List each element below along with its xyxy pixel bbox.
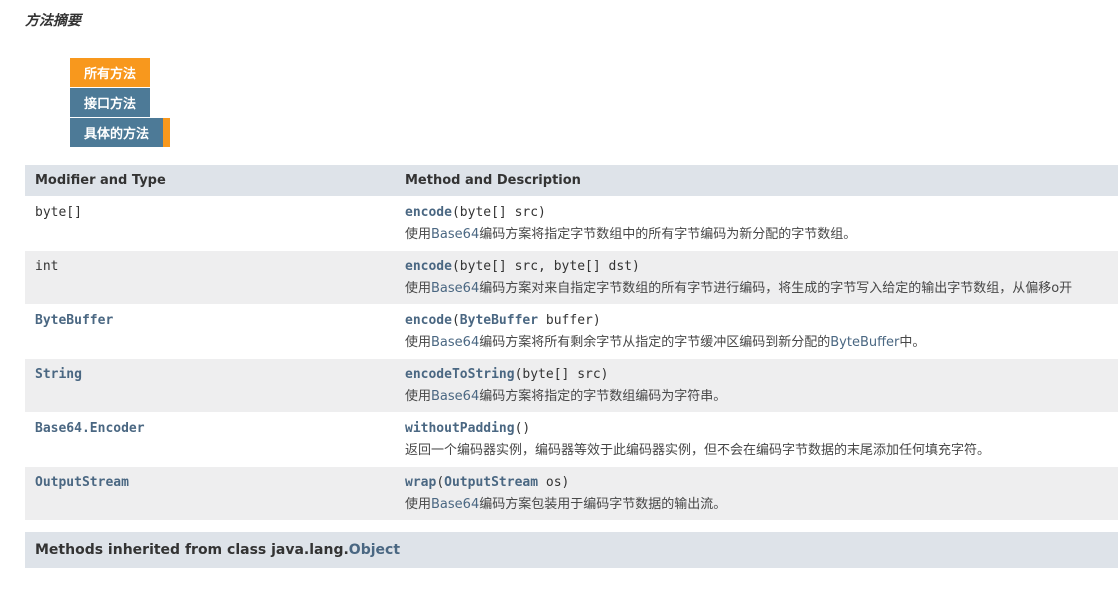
desc-link[interactable]: Base64	[431, 389, 479, 404]
desc-link[interactable]: Base64	[431, 497, 479, 512]
param-type-link[interactable]: OutputStream	[444, 475, 538, 490]
method-link[interactable]: encode	[405, 205, 452, 220]
col-header-method: Method and Description	[395, 165, 1118, 197]
inherited-class-link[interactable]: Object	[349, 542, 400, 558]
table-row: Base64.Encoder withoutPadding() 返回一个编码器实…	[25, 413, 1118, 467]
method-link[interactable]: wrap	[405, 475, 436, 490]
method-sig: ()	[515, 421, 531, 436]
methods-table: Modifier and Type Method and Description…	[25, 165, 1118, 520]
method-link[interactable]: encodeToString	[405, 367, 515, 382]
desc-link[interactable]: Base64	[431, 227, 479, 242]
tab-interface-methods[interactable]: 接口方法	[70, 88, 150, 117]
tab-all-methods[interactable]: 所有方法	[70, 58, 150, 87]
inherited-prefix: Methods inherited from class java.lang.	[35, 542, 349, 558]
table-row: int encode(byte[] src, byte[] dst) 使用Bas…	[25, 251, 1118, 305]
method-link[interactable]: withoutPadding	[405, 421, 515, 436]
param-type-link[interactable]: ByteBuffer	[460, 313, 538, 328]
table-row: ByteBuffer encode(ByteBuffer buffer) 使用B…	[25, 305, 1118, 359]
method-tabs: 所有方法 接口方法 具体的方法	[70, 58, 1118, 147]
desc-link[interactable]: Base64	[431, 281, 479, 296]
table-row: String encodeToString(byte[] src) 使用Base…	[25, 359, 1118, 413]
desc-link[interactable]: Base64	[431, 335, 479, 350]
method-sig: (byte[] src)	[452, 205, 546, 220]
section-title: 方法摘要	[25, 10, 1118, 30]
method-link[interactable]: encode	[405, 259, 452, 274]
return-type-link[interactable]: OutputStream	[35, 475, 129, 490]
table-row: byte[] encode(byte[] src) 使用Base64编码方案将指…	[25, 197, 1118, 251]
col-header-type: Modifier and Type	[25, 165, 395, 197]
method-desc: 使用Base64编码方案将所有剩余字节从指定的字节缓冲区编码到新分配的ByteB…	[405, 331, 1108, 350]
method-desc: 使用Base64编码方案包装用于编码字节数据的输出流。	[405, 493, 1108, 512]
return-type: byte[]	[35, 205, 82, 220]
return-type-link[interactable]: String	[35, 367, 82, 382]
method-link[interactable]: encode	[405, 313, 452, 328]
return-type-link[interactable]: ByteBuffer	[35, 313, 113, 328]
method-desc: 使用Base64编码方案将指定的字节数组编码为字符串。	[405, 385, 1108, 404]
method-desc: 使用Base64编码方案对来自指定字节数组的所有字节进行编码，将生成的字节写入给…	[405, 277, 1108, 296]
inherited-methods-box: Methods inherited from class java.lang.O…	[25, 532, 1118, 568]
method-sig: (byte[] src, byte[] dst)	[452, 259, 640, 274]
method-sig-pre: (	[436, 475, 444, 490]
method-sig-pre: (	[452, 313, 460, 328]
desc-link[interactable]: ByteBuffer	[830, 335, 899, 350]
method-sig-post: os)	[538, 475, 569, 490]
tab-concrete-methods[interactable]: 具体的方法	[70, 118, 163, 147]
method-desc: 返回一个编码器实例，编码器等效于此编码器实例，但不会在编码字节数据的末尾添加任何…	[405, 439, 1108, 458]
return-type-link[interactable]: Base64.Encoder	[35, 421, 145, 436]
return-type: int	[35, 259, 58, 274]
method-sig: (byte[] src)	[515, 367, 609, 382]
table-row: OutputStream wrap(OutputStream os) 使用Bas…	[25, 467, 1118, 521]
method-sig-post: buffer)	[538, 313, 601, 328]
method-desc: 使用Base64编码方案将指定字节数组中的所有字节编码为新分配的字节数组。	[405, 223, 1108, 242]
tab-stub	[163, 118, 170, 147]
